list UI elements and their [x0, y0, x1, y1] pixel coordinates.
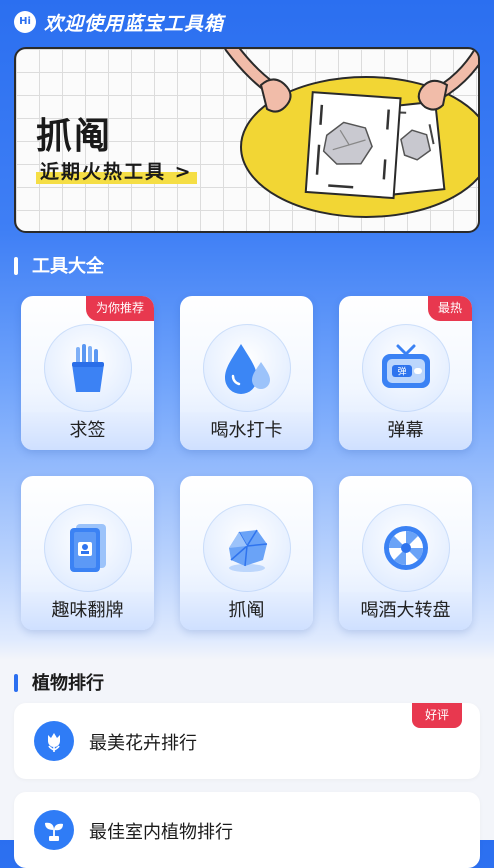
rank-item-flowers[interactable]: 最美花卉排行 好评 [14, 703, 480, 779]
flower-icon [34, 721, 74, 761]
sprout-icon [34, 810, 74, 850]
recommend-badge: 为你推荐 [85, 296, 154, 321]
rank-item-label: 最美花卉排行 [89, 733, 197, 754]
tv-danmaku-icon: 弹 [362, 324, 450, 412]
plants-section-title: 植物排行 [14, 669, 104, 695]
tool-label: 抓阄 [180, 592, 313, 630]
paper-ball-icon [203, 504, 291, 592]
app-logo: Hi [14, 11, 36, 33]
rank-item-indoor-plants[interactable]: 最佳室内植物排行 [14, 792, 480, 868]
tool-card-danmaku[interactable]: 弹 最热 弹幕 [339, 296, 472, 450]
water-drop-icon [203, 324, 291, 412]
playing-card-icon [44, 504, 132, 592]
tool-card-fortune[interactable]: 为你推荐 求签 [21, 296, 154, 450]
app-title: 欢迎使用蓝宝工具箱 [44, 13, 225, 35]
tool-card-lottery[interactable]: 抓阄 [180, 476, 313, 630]
tools-section-title: 工具大全 [14, 252, 104, 278]
tool-label: 弹幕 [339, 412, 472, 450]
rank-item-label: 最佳室内植物排行 [89, 822, 233, 843]
banner-illustration [224, 49, 478, 218]
tool-label: 趣味翻牌 [21, 592, 154, 630]
featured-banner[interactable]: 抓阄 近期火热工具 > [14, 47, 480, 233]
fortune-sticks-icon [44, 324, 132, 412]
section-accent-bar [14, 674, 18, 692]
hot-badge: 最热 [427, 296, 472, 321]
tool-card-water[interactable]: 喝水打卡 [180, 296, 313, 450]
tool-label: 喝酒大转盘 [339, 592, 472, 630]
tools-section-label: 工具大全 [32, 256, 104, 277]
app-header: Hi 欢迎使用蓝宝工具箱 [0, 0, 494, 46]
section-accent-bar [14, 257, 18, 275]
good-review-badge: 好评 [411, 703, 462, 728]
tool-card-cards[interactable]: 趣味翻牌 [21, 476, 154, 630]
danmaku-icon-text: 弹 [397, 366, 406, 378]
spin-wheel-icon [362, 504, 450, 592]
banner-title: 抓阄 [36, 116, 113, 157]
tool-label: 求签 [21, 412, 154, 450]
tool-label: 喝水打卡 [180, 412, 313, 450]
plants-section-label: 植物排行 [32, 673, 104, 694]
tool-card-wheel[interactable]: 喝酒大转盘 [339, 476, 472, 630]
banner-subtitle-link[interactable]: 近期火热工具 > [36, 157, 197, 184]
